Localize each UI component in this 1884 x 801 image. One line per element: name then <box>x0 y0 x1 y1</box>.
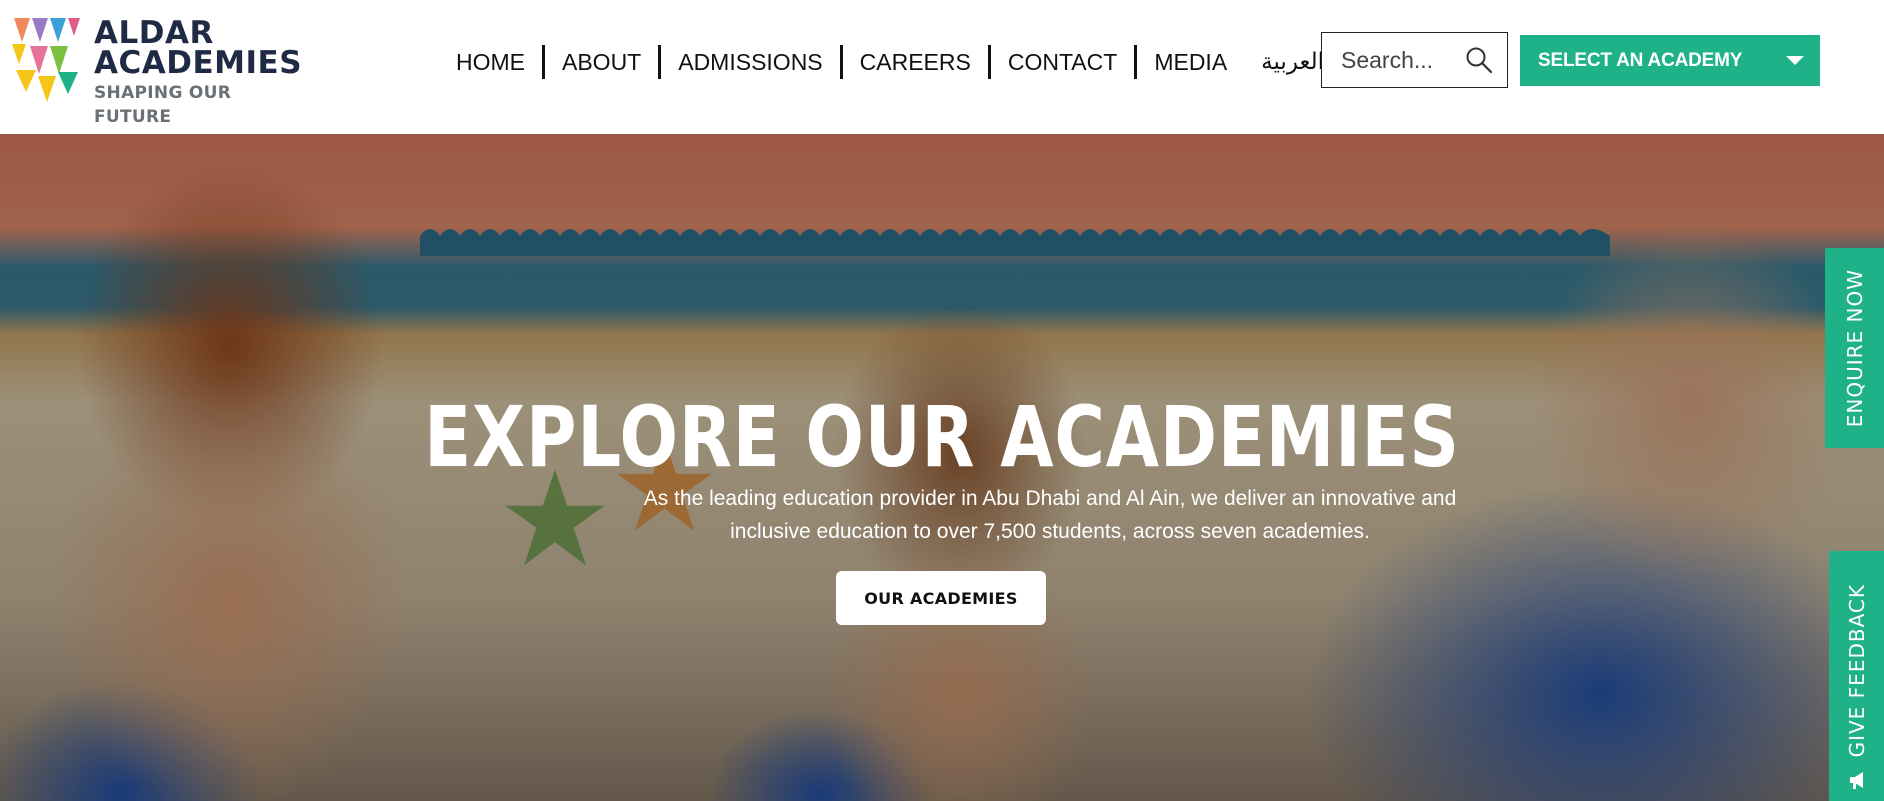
hero-description-line: As the leading education provider in Abu… <box>643 487 1457 510</box>
search-box <box>1321 32 1508 88</box>
enquire-now-label: ENQUIRE NOW <box>1842 268 1867 428</box>
hero-description-line: inclusive education to over 7,500 studen… <box>730 520 1370 543</box>
select-academy-label: SELECT AN ACADEMY <box>1538 49 1743 71</box>
main-nav: HOME ABOUT ADMISSIONS CAREERS CONTACT ME… <box>456 42 1324 82</box>
nav-contact[interactable]: CONTACT <box>991 42 1134 82</box>
nav-arabic-language[interactable]: العربية <box>1261 49 1324 75</box>
chevron-down-icon <box>1786 56 1804 65</box>
enquire-now-tab[interactable]: ENQUIRE NOW <box>1825 248 1884 448</box>
hero-description: As the leading education provider in Abu… <box>610 482 1490 548</box>
megaphone-icon <box>1850 772 1863 789</box>
select-academy-dropdown[interactable]: SELECT AN ACADEMY <box>1520 35 1820 86</box>
hero-title: EXPLORE OUR ACADEMIES <box>424 388 1460 486</box>
nav-admissions[interactable]: ADMISSIONS <box>661 42 839 82</box>
our-academies-button[interactable]: OUR ACADEMIES <box>836 571 1046 625</box>
search-icon[interactable] <box>1465 46 1493 74</box>
logo-mark-icon <box>12 18 80 102</box>
search-input[interactable] <box>1341 46 1471 74</box>
brand-name-line2: ACADEMIES <box>94 45 303 81</box>
nav-about[interactable]: ABOUT <box>545 42 658 82</box>
give-feedback-label: GIVE FEEDBACK <box>1844 584 1869 758</box>
nav-media[interactable]: MEDIA <box>1137 42 1244 82</box>
brand-name-line1: ALDAR <box>94 15 214 51</box>
brand-tagline: SHAPING OUR FUTURE <box>94 83 232 127</box>
nav-careers[interactable]: CAREERS <box>843 42 988 82</box>
hero-banner: EXPLORE OUR ACADEMIES As the leading edu… <box>0 134 1884 801</box>
give-feedback-tab[interactable]: GIVE FEEDBACK <box>1829 551 1884 801</box>
nav-home[interactable]: HOME <box>456 42 542 82</box>
aldar-academies-logo[interactable]: ALDAR ACADEMIES SHAPING OUR FUTURE <box>12 15 303 127</box>
site-header: ALDAR ACADEMIES SHAPING OUR FUTURE HOME … <box>0 0 1884 134</box>
